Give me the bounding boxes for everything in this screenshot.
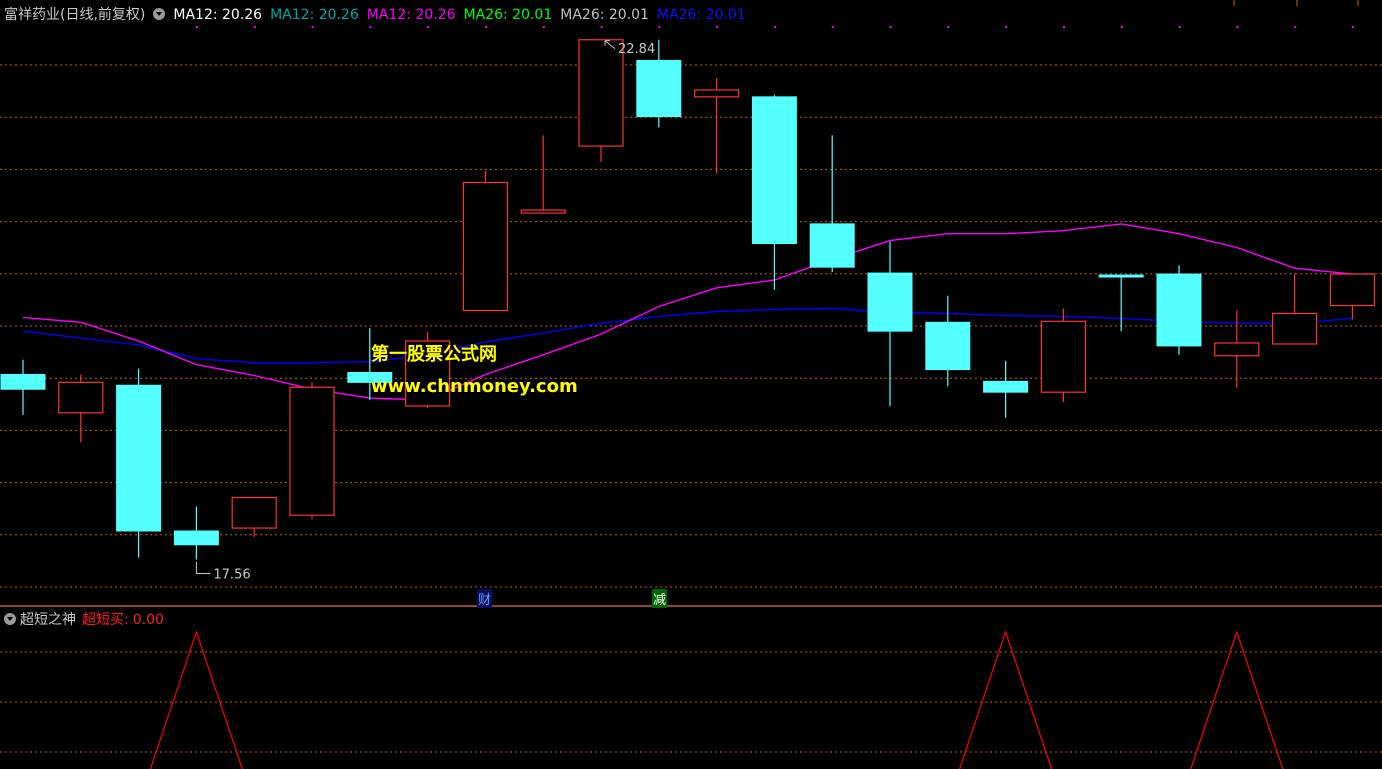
marker-dot — [716, 26, 719, 28]
candle-body-up — [1329, 273, 1376, 307]
marker-dot — [889, 26, 892, 28]
marker-dot — [1005, 26, 1008, 28]
candle-body-up — [520, 209, 566, 214]
ma26-line — [22, 307, 1353, 364]
candle-body-up — [1214, 342, 1260, 357]
candle-body-up — [693, 89, 740, 98]
watermark-line-2: www.chnmoney.com — [371, 376, 578, 397]
candle-body-down — [925, 321, 971, 371]
ma12-value-cyan: MA12: 20.26 — [270, 7, 359, 23]
signal-peak — [149, 630, 243, 769]
marker-dot — [774, 26, 776, 28]
candle-body-down — [636, 59, 682, 118]
candle-body-down — [1156, 273, 1202, 347]
marker-dot — [542, 26, 545, 28]
reduce-tag[interactable]: 减 — [652, 589, 668, 608]
marker-dot — [253, 26, 256, 28]
ma26-value-gray: MA26: 20.01 — [560, 7, 649, 23]
candle-body-up — [1040, 320, 1087, 393]
low-label: 17.56 — [213, 568, 250, 583]
marker-dot — [311, 26, 314, 28]
stock-chart-window: 22.84 17.56 富祥药业(日线,前复权) MA12: 20.26 MA12: … — [0, 0, 1382, 769]
high-label: 22.84 — [618, 42, 655, 57]
candle-body-up — [58, 381, 104, 414]
ma12-value-white: MA12: 20.26 — [173, 7, 263, 23]
candle-body-up — [1271, 312, 1318, 345]
marker-dot — [1120, 26, 1123, 28]
marker-dot — [369, 26, 372, 28]
ma26-value-blue: MA26: 20.01 — [656, 7, 746, 23]
marker-dot — [947, 26, 950, 28]
settings-dropdown-icon[interactable] — [153, 8, 166, 20]
ma12-value-magenta: MA12: 20.26 — [366, 7, 456, 23]
candle-body-down — [809, 223, 855, 268]
marker-dot — [1352, 26, 1354, 28]
signal-label: 超短买: — [82, 612, 129, 628]
candle-body-down — [1098, 274, 1144, 278]
stock-title: 富祥药业(日线,前复权) — [4, 7, 146, 23]
candle-body-up — [289, 386, 335, 516]
sub-indicator-name: 超短之神 — [20, 612, 76, 628]
ma12-line — [22, 223, 1353, 401]
marker-dot — [1063, 26, 1065, 28]
marker-dot — [658, 26, 661, 28]
finance-tag[interactable]: 财 — [477, 589, 493, 608]
candle-body-down — [983, 380, 1029, 393]
low-arrow — [195, 561, 211, 575]
watermark-line-1: 第一股票公式网 — [371, 344, 497, 365]
candle-body-down — [751, 96, 797, 245]
signal-peak — [959, 630, 1053, 769]
candle-body-down — [867, 272, 913, 332]
sub-settings-dropdown-icon[interactable] — [4, 613, 16, 625]
candle-body-down — [116, 384, 162, 532]
sub-chart-header: 超短之神 超短买: 0.00 — [4, 609, 164, 629]
candle-body-up — [231, 496, 277, 529]
candle-body-down — [0, 373, 46, 390]
candle-body-up — [462, 181, 508, 312]
candle-body-down — [173, 530, 219, 546]
marker-dot — [1236, 26, 1239, 28]
signal-peak — [1190, 630, 1284, 769]
marker-dot — [427, 26, 430, 28]
kline-chart[interactable]: 22.84 17.56 — [0, 0, 1382, 769]
ma26-value-green: MA26: 20.01 — [463, 7, 553, 23]
candle-body-up — [578, 39, 624, 147]
marker-dot — [1178, 26, 1181, 28]
signal-value: 0.00 — [132, 612, 164, 628]
marker-dot — [196, 26, 198, 28]
marker-dot — [1294, 26, 1297, 28]
main-chart-header: 富祥药业(日线,前复权) MA12: 20.26 MA12: 20.26 MA12: … — [4, 4, 754, 24]
marker-dot — [831, 26, 834, 28]
marker-dot — [485, 26, 487, 28]
marker-dot — [600, 26, 603, 28]
